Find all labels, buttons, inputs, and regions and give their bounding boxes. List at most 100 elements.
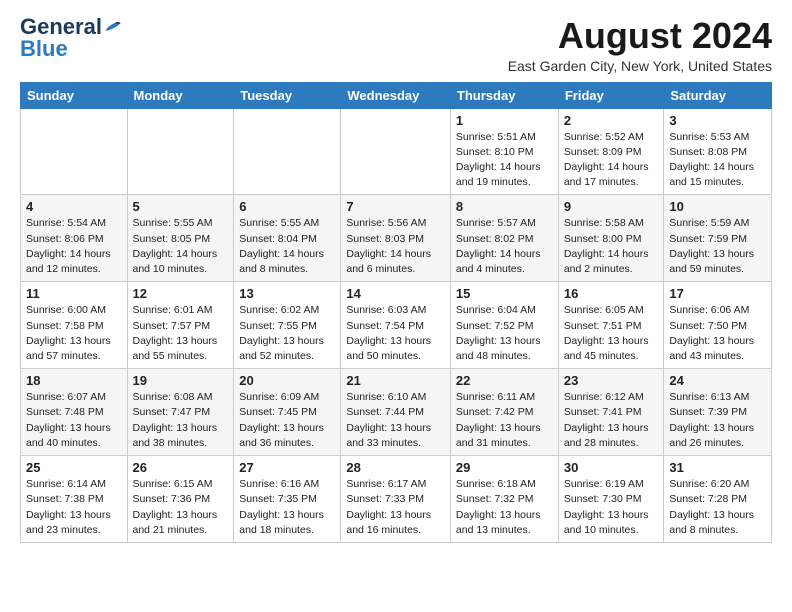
day-number: 14	[346, 286, 445, 301]
day-info: Sunrise: 6:04 AM Sunset: 7:52 PM Dayligh…	[456, 303, 553, 364]
day-info: Sunrise: 5:51 AM Sunset: 8:10 PM Dayligh…	[456, 130, 553, 191]
day-number: 2	[564, 113, 659, 128]
day-number: 10	[669, 199, 766, 214]
day-number: 16	[564, 286, 659, 301]
weekday-header-thursday: Thursday	[450, 82, 558, 108]
calendar-cell: 8Sunrise: 5:57 AM Sunset: 8:02 PM Daylig…	[450, 195, 558, 282]
day-number: 19	[133, 373, 229, 388]
calendar-cell: 5 Sunrise: 5:55 AM Sunset: 8:05 PM Daylig…	[127, 195, 234, 282]
calendar-cell: 13 Sunrise: 6:02 AM Sunset: 7:55 PM Dayli…	[234, 282, 341, 369]
logo-bird-icon	[104, 20, 122, 34]
day-number: 24	[669, 373, 766, 388]
calendar-cell: 22Sunrise: 6:11 AM Sunset: 7:42 PM Dayli…	[450, 369, 558, 456]
day-info: Sunrise: 6:10 AM Sunset: 7:44 PM Dayligh…	[346, 390, 445, 451]
calendar-cell: 24 Sunrise: 6:13 AM Sunset: 7:39 PM Dayli…	[664, 369, 772, 456]
day-info: Sunrise: 5:58 AM Sunset: 8:00 PM Dayligh…	[564, 216, 659, 277]
page-header: General Blue August 2024 East Garden Cit…	[20, 16, 772, 74]
day-number: 20	[239, 373, 335, 388]
day-info: Sunrise: 6:08 AM Sunset: 7:47 PM Dayligh…	[133, 390, 229, 451]
day-number: 28	[346, 460, 445, 475]
day-number: 7	[346, 199, 445, 214]
day-number: 25	[26, 460, 122, 475]
logo: General Blue	[20, 16, 122, 60]
calendar-cell: 18 Sunrise: 6:07 AM Sunset: 7:48 PM Dayli…	[21, 369, 128, 456]
calendar-cell: 11 Sunrise: 6:00 AM Sunset: 7:58 PM Dayli…	[21, 282, 128, 369]
day-number: 4	[26, 199, 122, 214]
day-info: Sunrise: 6:00 AM Sunset: 7:58 PM Dayligh…	[26, 303, 122, 364]
day-info: Sunrise: 6:09 AM Sunset: 7:45 PM Dayligh…	[239, 390, 335, 451]
day-info: Sunrise: 6:01 AM Sunset: 7:57 PM Dayligh…	[133, 303, 229, 364]
calendar-cell: 30 Sunrise: 6:19 AM Sunset: 7:30 PM Dayli…	[558, 456, 664, 543]
day-info: Sunrise: 6:05 AM Sunset: 7:51 PM Dayligh…	[564, 303, 659, 364]
day-number: 6	[239, 199, 335, 214]
month-title: August 2024	[508, 16, 772, 56]
day-info: Sunrise: 6:06 AM Sunset: 7:50 PM Dayligh…	[669, 303, 766, 364]
logo-text: General	[20, 16, 102, 38]
calendar-cell: 26 Sunrise: 6:15 AM Sunset: 7:36 PM Dayli…	[127, 456, 234, 543]
calendar-cell: 23Sunrise: 6:12 AM Sunset: 7:41 PM Dayli…	[558, 369, 664, 456]
day-number: 18	[26, 373, 122, 388]
day-info: Sunrise: 6:19 AM Sunset: 7:30 PM Dayligh…	[564, 477, 659, 538]
calendar-cell	[21, 108, 128, 195]
calendar-cell: 4 Sunrise: 5:54 AM Sunset: 8:06 PM Daylig…	[21, 195, 128, 282]
calendar-cell: 25 Sunrise: 6:14 AM Sunset: 7:38 PM Dayli…	[21, 456, 128, 543]
calendar-cell: 9 Sunrise: 5:58 AM Sunset: 8:00 PM Daylig…	[558, 195, 664, 282]
calendar-cell: 21Sunrise: 6:10 AM Sunset: 7:44 PM Dayli…	[341, 369, 451, 456]
calendar-cell: 31Sunrise: 6:20 AM Sunset: 7:28 PM Dayli…	[664, 456, 772, 543]
calendar-cell: 29 Sunrise: 6:18 AM Sunset: 7:32 PM Dayli…	[450, 456, 558, 543]
calendar-cell	[341, 108, 451, 195]
weekday-header-saturday: Saturday	[664, 82, 772, 108]
day-info: Sunrise: 6:03 AM Sunset: 7:54 PM Dayligh…	[346, 303, 445, 364]
week-row-5: 25 Sunrise: 6:14 AM Sunset: 7:38 PM Dayli…	[21, 456, 772, 543]
calendar-cell	[234, 108, 341, 195]
day-info: Sunrise: 6:14 AM Sunset: 7:38 PM Dayligh…	[26, 477, 122, 538]
week-row-1: 1Sunrise: 5:51 AM Sunset: 8:10 PM Daylig…	[21, 108, 772, 195]
day-info: Sunrise: 6:17 AM Sunset: 7:33 PM Dayligh…	[346, 477, 445, 538]
day-info: Sunrise: 5:55 AM Sunset: 8:05 PM Dayligh…	[133, 216, 229, 277]
calendar-cell: 15 Sunrise: 6:04 AM Sunset: 7:52 PM Dayli…	[450, 282, 558, 369]
calendar-cell: 27Sunrise: 6:16 AM Sunset: 7:35 PM Dayli…	[234, 456, 341, 543]
calendar-cell: 16 Sunrise: 6:05 AM Sunset: 7:51 PM Dayli…	[558, 282, 664, 369]
day-info: Sunrise: 6:15 AM Sunset: 7:36 PM Dayligh…	[133, 477, 229, 538]
day-number: 29	[456, 460, 553, 475]
week-row-2: 4 Sunrise: 5:54 AM Sunset: 8:06 PM Daylig…	[21, 195, 772, 282]
day-number: 22	[456, 373, 553, 388]
week-row-4: 18 Sunrise: 6:07 AM Sunset: 7:48 PM Dayli…	[21, 369, 772, 456]
calendar-cell: 6Sunrise: 5:55 AM Sunset: 8:04 PM Daylig…	[234, 195, 341, 282]
day-info: Sunrise: 6:13 AM Sunset: 7:39 PM Dayligh…	[669, 390, 766, 451]
day-info: Sunrise: 6:12 AM Sunset: 7:41 PM Dayligh…	[564, 390, 659, 451]
calendar-cell: 14 Sunrise: 6:03 AM Sunset: 7:54 PM Dayli…	[341, 282, 451, 369]
calendar-cell: 28 Sunrise: 6:17 AM Sunset: 7:33 PM Dayli…	[341, 456, 451, 543]
location: East Garden City, New York, United State…	[508, 58, 772, 74]
day-number: 5	[133, 199, 229, 214]
calendar-cell: 7 Sunrise: 5:56 AM Sunset: 8:03 PM Daylig…	[341, 195, 451, 282]
day-info: Sunrise: 6:16 AM Sunset: 7:35 PM Dayligh…	[239, 477, 335, 538]
day-number: 26	[133, 460, 229, 475]
calendar-cell: 17 Sunrise: 6:06 AM Sunset: 7:50 PM Dayli…	[664, 282, 772, 369]
day-number: 9	[564, 199, 659, 214]
day-info: Sunrise: 5:57 AM Sunset: 8:02 PM Dayligh…	[456, 216, 553, 277]
day-number: 15	[456, 286, 553, 301]
day-info: Sunrise: 5:59 AM Sunset: 7:59 PM Dayligh…	[669, 216, 766, 277]
calendar-cell: 12 Sunrise: 6:01 AM Sunset: 7:57 PM Dayli…	[127, 282, 234, 369]
logo-part2: Blue	[20, 38, 68, 60]
calendar-cell: 1Sunrise: 5:51 AM Sunset: 8:10 PM Daylig…	[450, 108, 558, 195]
day-number: 12	[133, 286, 229, 301]
calendar-cell: 10 Sunrise: 5:59 AM Sunset: 7:59 PM Dayli…	[664, 195, 772, 282]
day-number: 13	[239, 286, 335, 301]
day-info: Sunrise: 5:54 AM Sunset: 8:06 PM Dayligh…	[26, 216, 122, 277]
weekday-header-wednesday: Wednesday	[341, 82, 451, 108]
day-info: Sunrise: 6:18 AM Sunset: 7:32 PM Dayligh…	[456, 477, 553, 538]
day-info: Sunrise: 5:52 AM Sunset: 8:09 PM Dayligh…	[564, 130, 659, 191]
weekday-header-tuesday: Tuesday	[234, 82, 341, 108]
week-row-3: 11 Sunrise: 6:00 AM Sunset: 7:58 PM Dayli…	[21, 282, 772, 369]
calendar-cell: 2 Sunrise: 5:52 AM Sunset: 8:09 PM Daylig…	[558, 108, 664, 195]
weekday-header-monday: Monday	[127, 82, 234, 108]
day-info: Sunrise: 6:07 AM Sunset: 7:48 PM Dayligh…	[26, 390, 122, 451]
day-info: Sunrise: 5:56 AM Sunset: 8:03 PM Dayligh…	[346, 216, 445, 277]
day-number: 17	[669, 286, 766, 301]
day-info: Sunrise: 6:02 AM Sunset: 7:55 PM Dayligh…	[239, 303, 335, 364]
day-number: 30	[564, 460, 659, 475]
day-number: 11	[26, 286, 122, 301]
calendar-table: SundayMondayTuesdayWednesdayThursdayFrid…	[20, 82, 772, 543]
